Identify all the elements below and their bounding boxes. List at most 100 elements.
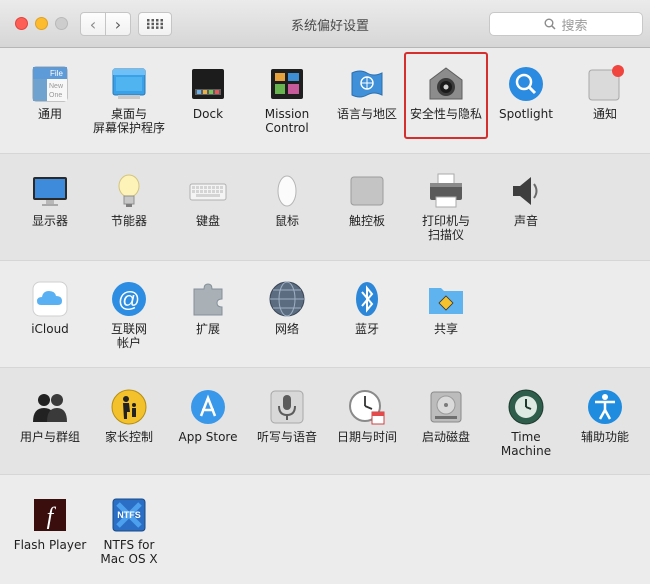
pref-label: 声音 [513, 214, 538, 228]
pref-desktop-screensaver[interactable]: 桌面与 屏幕保护程序 [89, 65, 169, 135]
pref-label: NTFS for Mac OS X [100, 538, 158, 566]
pref-label: 通知 [592, 107, 617, 121]
pref-label: Dock [192, 107, 224, 121]
pref-label: 鼠标 [274, 214, 299, 228]
pref-keyboard[interactable]: 键盘 [168, 172, 248, 228]
pref-users-groups[interactable]: 用户与群组 [10, 388, 90, 444]
pref-date-time[interactable]: 日期与时间 [327, 388, 407, 444]
pref-bluetooth[interactable]: 蓝牙 [327, 280, 407, 336]
pref-label: 扩展 [195, 322, 220, 336]
pref-startup-disk[interactable]: 启动磁盘 [406, 388, 486, 444]
pref-sharing[interactable]: 共享 [406, 280, 486, 336]
users-groups-icon [31, 388, 69, 426]
svg-text:New: New [49, 83, 64, 90]
pref-printers-scanners[interactable]: 打印机与 扫描仪 [406, 172, 486, 242]
mouse-icon [268, 172, 306, 210]
internet-accounts-icon: @ [110, 280, 148, 318]
search-placeholder: 搜索 [561, 18, 588, 34]
pref-energy-saver[interactable]: 节能器 [89, 172, 169, 228]
pref-label: 通用 [37, 107, 62, 121]
pref-label: Time Machine [500, 430, 552, 458]
pref-label: 桌面与 屏幕保护程序 [92, 107, 165, 135]
pref-label: 节能器 [110, 214, 147, 228]
chevron-right-icon: › [114, 14, 122, 34]
icloud-icon [31, 280, 69, 318]
keyboard-icon [189, 172, 227, 210]
pref-label: Mission Control [264, 107, 310, 135]
selection-highlight [404, 52, 488, 139]
pref-general[interactable]: File New One 通用 [10, 65, 90, 121]
zoom-button[interactable] [55, 17, 68, 30]
pref-notifications[interactable]: 通知 [565, 65, 645, 121]
search-icon [544, 18, 557, 30]
bluetooth-icon [348, 280, 386, 318]
pref-label: 日期与时间 [336, 430, 397, 444]
pref-label: Flash Player [13, 538, 87, 552]
pref-mouse[interactable]: 鼠标 [247, 172, 327, 228]
pref-sound[interactable]: 声音 [486, 172, 566, 228]
extensions-icon [189, 280, 227, 318]
pref-trackpad[interactable]: 触控板 [327, 172, 407, 228]
ntfs-icon: NTFS [110, 496, 148, 534]
pref-spotlight[interactable]: Spotlight [486, 65, 566, 121]
pref-label: Spotlight [499, 107, 553, 121]
minimize-button[interactable] [35, 17, 48, 30]
pref-extensions[interactable]: 扩展 [168, 280, 248, 336]
pref-label: App Store [178, 430, 238, 444]
search-input[interactable]: 搜索 [489, 12, 643, 36]
svg-text:NTFS: NTFS [117, 510, 141, 520]
pref-mission-control[interactable]: Mission Control [247, 65, 327, 135]
desktop-icon [110, 65, 148, 103]
pref-accessibility[interactable]: 辅助功能 [565, 388, 645, 444]
network-icon [268, 280, 306, 318]
window-title: 系统偏好设置 [290, 19, 369, 34]
pref-time-machine[interactable]: Time Machine [486, 388, 566, 458]
pref-dictation-speech[interactable]: 听写与语音 [247, 388, 327, 444]
pref-internet-accounts[interactable]: @ 互联网 帐户 [89, 280, 169, 350]
parental-controls-icon [110, 388, 148, 426]
pref-parental-controls[interactable]: 家长控制 [89, 388, 169, 444]
chevron-left-icon: ‹ [89, 14, 97, 34]
pref-label: 用户与群组 [19, 430, 80, 444]
pref-app-store[interactable]: App Store [168, 388, 248, 444]
pref-label: 共享 [433, 322, 458, 336]
pref-label: 家长控制 [104, 430, 153, 444]
show-all-button[interactable] [138, 12, 172, 36]
grid-icon [147, 19, 163, 29]
printer-icon [427, 172, 465, 210]
dock-icon [189, 65, 227, 103]
mission-control-icon [268, 65, 306, 103]
svg-text:@: @ [118, 287, 140, 312]
pref-label: 听写与语音 [256, 430, 317, 444]
pref-displays[interactable]: 显示器 [10, 172, 90, 228]
pref-label: 语言与地区 [336, 107, 397, 121]
svg-text:One: One [49, 92, 62, 99]
pref-label: 网络 [274, 322, 299, 336]
pref-label: 蓝牙 [354, 322, 379, 336]
trackpad-icon [348, 172, 386, 210]
pref-dock[interactable]: Dock [168, 65, 248, 121]
pref-network[interactable]: 网络 [247, 280, 327, 336]
back-button[interactable]: ‹ [80, 12, 106, 36]
dictation-icon [268, 388, 306, 426]
general-icon: File New One [31, 65, 69, 103]
pref-label: 辅助功能 [580, 430, 629, 444]
flash-player-icon: f [31, 496, 69, 534]
svg-text:File: File [50, 69, 63, 78]
pref-label: iCloud [31, 322, 69, 336]
pref-label: 显示器 [31, 214, 68, 228]
close-button[interactable] [15, 17, 28, 30]
pref-icloud[interactable]: iCloud [10, 280, 90, 336]
pref-label: 启动磁盘 [421, 430, 470, 444]
pref-label: 键盘 [195, 214, 220, 228]
pref-language-region[interactable]: 语言与地区 [327, 65, 407, 121]
pref-ntfs-for-mac[interactable]: NTFS NTFS for Mac OS X [89, 496, 169, 566]
forward-button[interactable]: › [105, 12, 131, 36]
energy-saver-icon [110, 172, 148, 210]
sharing-icon [427, 280, 465, 318]
pref-flash-player[interactable]: f Flash Player [10, 496, 90, 552]
pref-label: 触控板 [348, 214, 385, 228]
startup-disk-icon [427, 388, 465, 426]
title-bar: ‹ › 系统偏好设置 搜索 [0, 0, 650, 48]
accessibility-icon [586, 388, 624, 426]
